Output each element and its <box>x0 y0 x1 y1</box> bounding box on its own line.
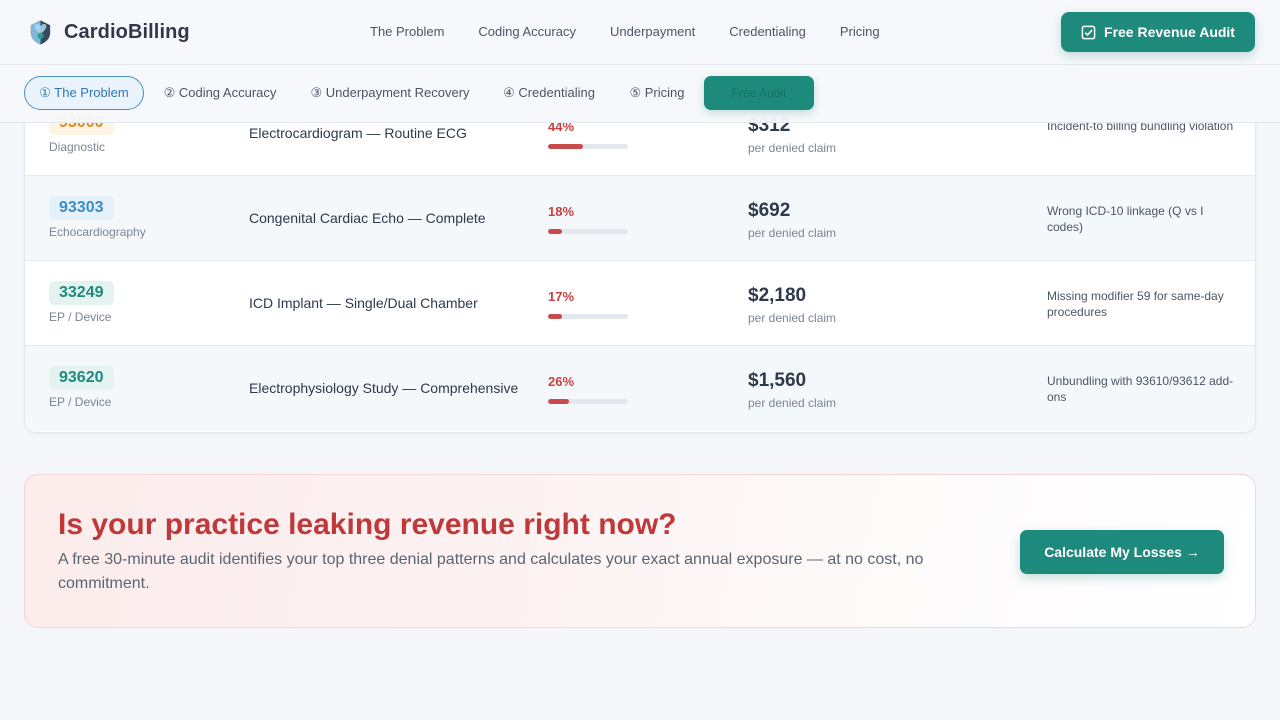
table-row: 33249 EP / Device ICD Implant — Single/D… <box>25 261 1255 346</box>
denial-rate: 18% <box>548 204 575 219</box>
denied-amount: $2,180 <box>748 285 807 306</box>
denied-amount-label: per denied claim <box>748 226 837 240</box>
section-subnav: ① The Problem ② Coding Accuracy ③ Underp… <box>0 65 1280 123</box>
free-revenue-audit-button[interactable]: Free Revenue Audit <box>1061 12 1255 52</box>
top-header: CardioBilling The Problem Coding Accurac… <box>0 0 1280 65</box>
denied-amount-label: per denied claim <box>748 311 837 325</box>
denial-reason: Unbundling with 93610/93612 add-ons <box>1047 374 1234 404</box>
denial-rate: 26% <box>548 374 575 389</box>
denied-amount: $692 <box>748 200 791 221</box>
table-row: 93303 Echocardiography Congenital Cardia… <box>25 176 1255 261</box>
subnav-audit-button[interactable]: Free Audit <box>704 76 814 110</box>
code-category: Diagnostic <box>49 140 106 154</box>
denial-rate-bar-fill <box>548 314 562 319</box>
revenue-leak-cta: Is your practice leaking revenue right n… <box>24 474 1256 628</box>
checkbox-icon <box>1081 25 1096 39</box>
denial-rate-bar <box>548 314 628 319</box>
subnav-the-problem[interactable]: ① The Problem <box>24 76 144 110</box>
denial-rate-bar-fill <box>548 144 584 149</box>
nav-credentialing[interactable]: Credentialing <box>729 24 806 39</box>
brand-name: CardioBilling <box>64 20 190 43</box>
code-category: Echocardiography <box>49 225 146 239</box>
heart-shield-logo-icon <box>30 20 51 45</box>
denial-rate-bar-fill <box>548 229 563 234</box>
subnav-pricing[interactable]: ⑤ Pricing <box>622 76 692 110</box>
procedure-name: Electrocardiogram — Routine ECG <box>249 125 467 141</box>
cpt-code-badge: 93620 <box>49 366 114 390</box>
denial-reason: Missing modifier 59 for same-day procedu… <box>1047 289 1224 319</box>
procedure-name: Congenital Cardiac Echo — Complete <box>249 210 486 226</box>
table-row: 93620 EP / Device Electrophysiology Stud… <box>25 346 1255 431</box>
calculate-losses-button[interactable]: Calculate My Losses → <box>1020 530 1224 574</box>
nav-underpayment[interactable]: Underpayment <box>610 24 695 39</box>
denial-rate-bar-fill <box>548 399 569 404</box>
procedure-name: ICD Implant — Single/Dual Chamber <box>249 295 478 311</box>
subnav-credentialing[interactable]: ④ Credentialing <box>497 76 601 110</box>
denial-rate-bar <box>548 399 628 404</box>
code-category: EP / Device <box>49 395 112 409</box>
nav-pricing[interactable]: Pricing <box>840 24 880 39</box>
nav-the-problem[interactable]: The Problem <box>370 24 444 39</box>
denied-amount-label: per denied claim <box>748 141 837 155</box>
top-nav: The Problem Coding Accuracy Underpayment… <box>370 24 880 39</box>
denied-amount: $1,560 <box>748 370 807 391</box>
denial-reason: Wrong ICD-10 linkage (Q vs I codes) <box>1047 204 1204 234</box>
denied-amount-label: per denied claim <box>748 396 837 410</box>
cta-description: A free 30-minute audit identifies your t… <box>58 551 924 592</box>
denial-table: 93000 Diagnostic Electrocardiogram — Rou… <box>24 92 1256 433</box>
brand[interactable]: CardioBilling <box>26 17 190 47</box>
cpt-code-badge: 33249 <box>49 281 114 305</box>
procedure-name: Electrophysiology Study — Comprehensive <box>249 380 519 396</box>
denial-rate-bar <box>548 229 628 234</box>
code-category: EP / Device <box>49 310 112 324</box>
cpt-code-badge: 93303 <box>49 196 114 220</box>
nav-coding-accuracy[interactable]: Coding Accuracy <box>478 24 576 39</box>
subnav-coding-accuracy[interactable]: ② Coding Accuracy <box>158 76 282 110</box>
denial-rate-bar <box>548 144 628 149</box>
audit-button-label: Free Revenue Audit <box>1104 24 1235 40</box>
cta-title: Is your practice leaking revenue right n… <box>58 508 677 541</box>
subnav-underpayment-recovery[interactable]: ③ Underpayment Recovery <box>300 76 480 110</box>
denial-rate: 17% <box>548 289 575 304</box>
